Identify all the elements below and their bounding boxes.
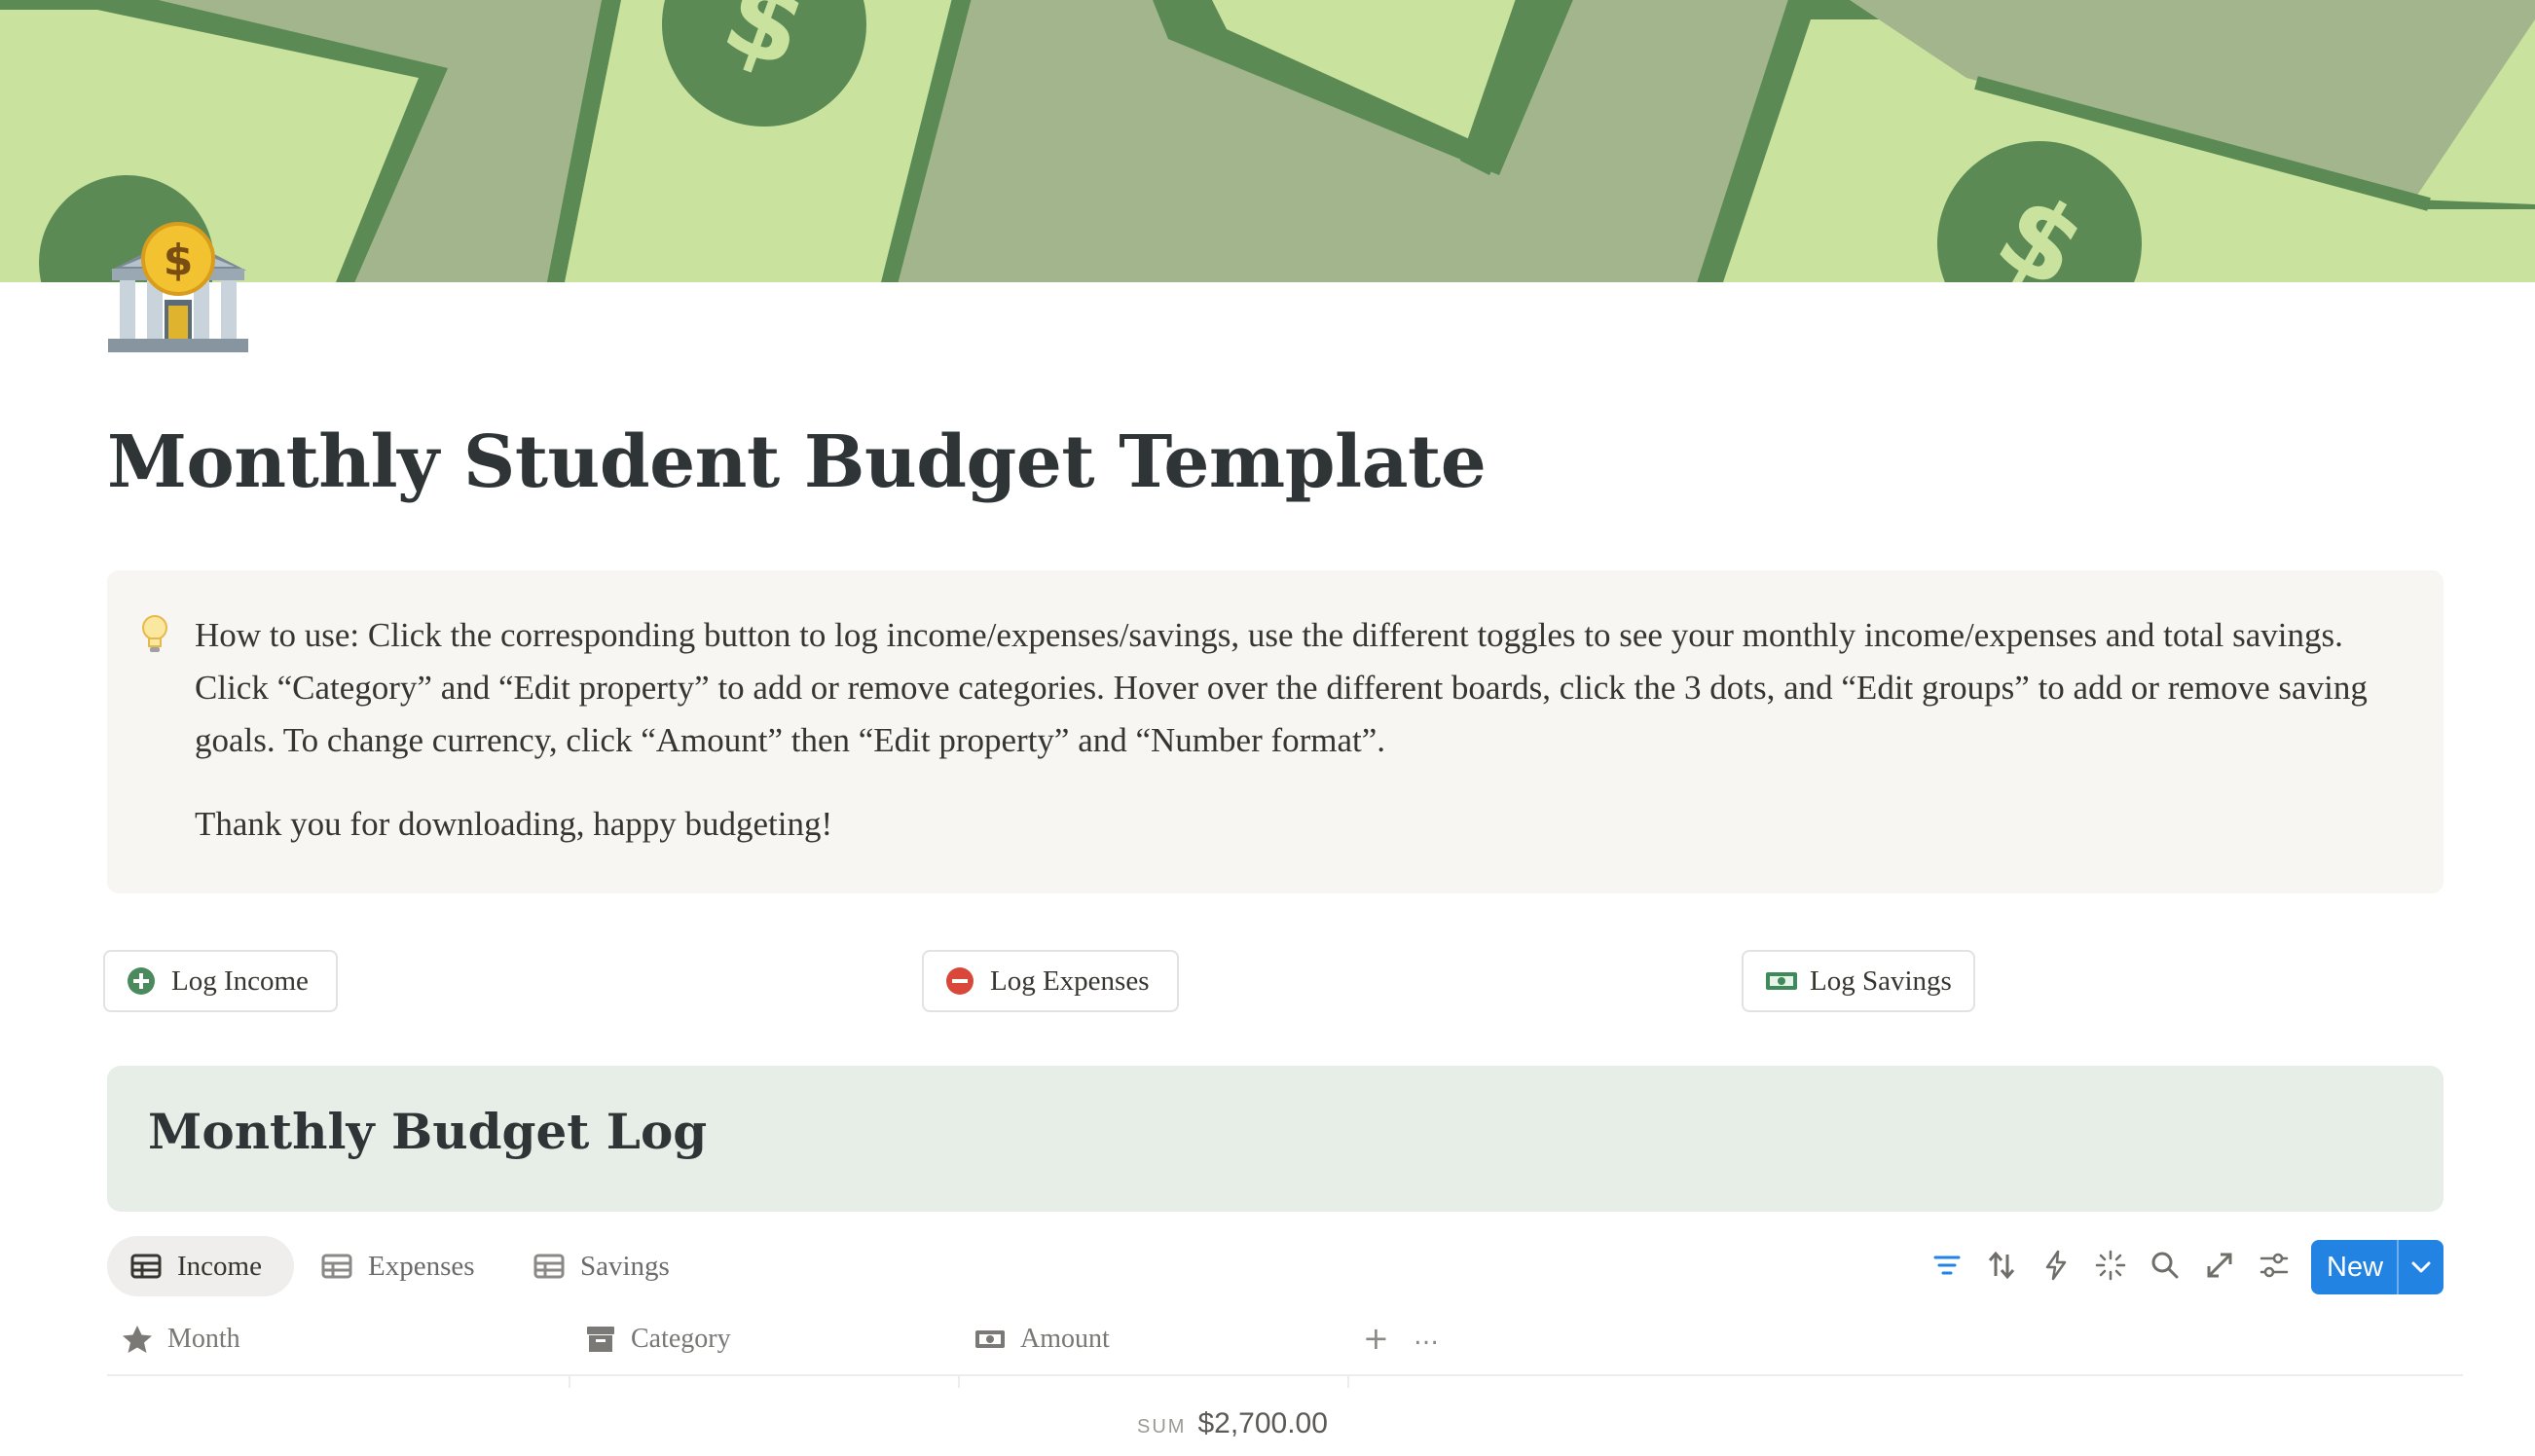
log-savings-button[interactable]: Log Savings [1742, 950, 1975, 1012]
log-expenses-button[interactable]: Log Expenses [922, 950, 1179, 1012]
log-savings-label: Log Savings [1810, 965, 1952, 997]
callout-thanks: Thank you for downloading, happy budgeti… [195, 805, 833, 843]
amount-sum[interactable]: SUM $2,700.00 [1137, 1407, 1328, 1440]
add-column-button[interactable]: + [1363, 1322, 1392, 1355]
log-income-label: Log Income [171, 965, 309, 997]
table-icon [130, 1254, 162, 1279]
banknote-icon [1765, 966, 1797, 996]
column-divider [1347, 1374, 1349, 1388]
budget-log-header: Monthly Budget Log [107, 1066, 2443, 1212]
table-icon [533, 1254, 565, 1279]
callout-instructions: How to use: Click the corresponding butt… [195, 616, 2368, 759]
column-header-amount[interactable]: Amount [974, 1320, 1110, 1359]
sum-value: $2,700.00 [1197, 1407, 1328, 1439]
column-header-category[interactable]: Category [584, 1320, 731, 1359]
log-expenses-label: Log Expenses [990, 965, 1150, 997]
filter-icon[interactable] [1930, 1249, 1964, 1282]
sort-icon[interactable] [1985, 1249, 2018, 1282]
ai-sparkle-icon[interactable] [2094, 1249, 2127, 1282]
new-button[interactable]: New [2311, 1240, 2443, 1294]
table-icon [321, 1254, 352, 1279]
tab-savings[interactable]: Savings [510, 1236, 693, 1296]
column-divider [569, 1374, 570, 1388]
section-title: Monthly Budget Log [148, 1103, 708, 1160]
new-button-label: New [2327, 1251, 2384, 1283]
page-title[interactable]: Monthly Student Budget Template [107, 420, 1487, 504]
tab-income-label: Income [177, 1250, 262, 1282]
chevron-down-icon[interactable] [2399, 1240, 2443, 1294]
svg-text:$: $ [164, 236, 194, 285]
minus-circle-icon [945, 966, 974, 996]
cover-image: $ $ [0, 0, 2535, 282]
callout: How to use: Click the corresponding butt… [107, 570, 2443, 893]
tab-expenses-label: Expenses [368, 1250, 475, 1282]
search-icon[interactable] [2149, 1249, 2182, 1282]
money-bills-illustration: $ $ [0, 0, 2535, 282]
tab-income[interactable]: Income [107, 1236, 294, 1296]
lightbulb-icon [140, 613, 169, 656]
column-month-label: Month [167, 1324, 240, 1354]
star-icon [121, 1324, 154, 1355]
log-income-button[interactable]: Log Income [103, 950, 338, 1012]
plus-circle-icon [127, 966, 156, 996]
automation-icon[interactable] [2039, 1249, 2073, 1282]
sum-label: SUM [1137, 1416, 1187, 1438]
more-options-button[interactable]: … [1414, 1322, 1449, 1355]
banknote-icon [974, 1324, 1007, 1355]
column-header-month[interactable]: Month [121, 1320, 240, 1359]
bank-icon[interactable]: $ [100, 214, 256, 360]
column-category-label: Category [631, 1324, 731, 1354]
expand-icon[interactable] [2203, 1249, 2236, 1282]
table-header-divider [107, 1374, 2463, 1376]
tab-expenses[interactable]: Expenses [298, 1236, 498, 1296]
archive-box-icon [584, 1324, 617, 1355]
column-divider [958, 1374, 960, 1388]
column-amount-label: Amount [1020, 1324, 1110, 1354]
tab-savings-label: Savings [580, 1250, 670, 1282]
settings-icon[interactable] [2258, 1249, 2291, 1282]
